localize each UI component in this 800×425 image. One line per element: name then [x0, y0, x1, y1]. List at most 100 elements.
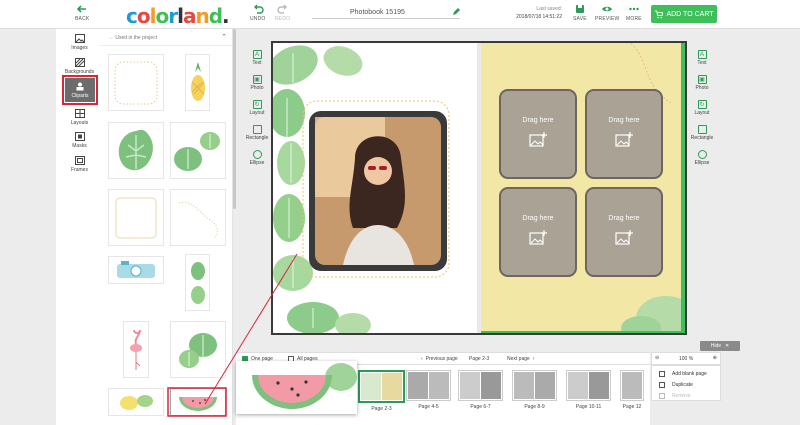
undo-button[interactable]: UNDO	[250, 3, 266, 22]
save-icon	[575, 5, 584, 13]
clipart-flamingo[interactable]	[123, 321, 149, 378]
add-photo-tool[interactable]: ▣ Photo	[690, 70, 714, 91]
page-thumbnail[interactable]: Page 4-5	[406, 370, 451, 410]
tool-layouts[interactable]: Layouts	[56, 109, 103, 126]
page-thumbnail[interactable]: Page 2-3	[358, 370, 405, 412]
chevron-up-icon[interactable]: ⌃	[221, 33, 227, 41]
duplicate-label: Duplicate	[672, 382, 693, 388]
photo-icon: ▣	[697, 75, 707, 84]
tool-label: Text	[252, 60, 262, 66]
page-thumbnail[interactable]: Page 6-7	[458, 370, 503, 410]
back-label: BACK	[75, 16, 90, 22]
add-rectangle-tool[interactable]: Rectangle	[245, 120, 269, 141]
clipart-camera[interactable]	[108, 256, 164, 284]
back-arrow-icon[interactable]: ←	[109, 35, 114, 41]
tool-label: Layout	[694, 110, 710, 116]
change-layout-tool[interactable]: ↻ Layout	[690, 95, 714, 116]
thumbnail-label: Page 10-11	[575, 404, 602, 410]
tool-label: Backgrounds	[64, 69, 95, 75]
save-label: SAVE	[573, 16, 587, 22]
tool-backgrounds[interactable]: Backgrounds	[56, 58, 103, 75]
photo-drop-zone[interactable]: Drag here	[499, 187, 577, 277]
thumbnail-label: Page 8-9	[524, 404, 545, 410]
add-text-tool[interactable]: A Text	[690, 45, 714, 66]
thumbnail-label: Page 6-7	[470, 404, 491, 410]
save-button[interactable]: SAVE	[573, 3, 587, 22]
clipart-monstera-pair[interactable]	[170, 122, 226, 179]
add-to-cart-button[interactable]: ADD TO CART	[651, 5, 717, 23]
remove-item[interactable]: Remove	[659, 393, 691, 399]
clipart-lemon-stripe[interactable]	[108, 388, 164, 416]
arrow-left-icon	[77, 5, 87, 13]
layout-icon	[74, 109, 85, 118]
tool-masks[interactable]: Masks	[56, 132, 103, 149]
add-image-icon	[615, 230, 633, 245]
duplicate-icon	[659, 382, 665, 388]
zoom-value[interactable]: 100 %	[679, 356, 693, 362]
tool-images[interactable]: Images	[56, 34, 103, 51]
undo-icon	[253, 4, 264, 14]
tool-label: Layouts	[70, 120, 89, 126]
photo-drop-zone[interactable]: Drag here	[499, 89, 577, 179]
hide-pages-button[interactable]: Hide ✕	[700, 341, 740, 351]
clipart-thin-frame[interactable]	[108, 189, 164, 246]
previous-page-button[interactable]: ‹ Previous page	[421, 356, 458, 362]
clipart-watermelon[interactable]	[170, 388, 226, 416]
zoom-in-icon[interactable]: ⊕	[713, 355, 717, 361]
next-page-label: Next page	[507, 356, 530, 362]
redo-label: REDO	[275, 16, 291, 22]
chevron-right-icon: ›	[532, 356, 535, 362]
clipart-dotted-swirl[interactable]	[170, 189, 226, 246]
tool-cliparts[interactable]: Cliparts	[62, 75, 98, 105]
add-image-icon	[529, 132, 547, 147]
last-saved-label: Last saved:	[536, 6, 562, 12]
last-saved-time: 2018/07/18 14:51:22	[516, 14, 562, 20]
clipart-dotted-frame[interactable]	[108, 54, 164, 111]
panel-scrollbar[interactable]	[233, 29, 236, 209]
right-page[interactable]: Drag here Drag here Drag here Drag here	[481, 43, 685, 333]
left-page[interactable]	[273, 43, 477, 333]
left-page-art	[273, 45, 450, 333]
add-blank-page-item[interactable]: Add blank page	[659, 371, 707, 377]
zoom-out-icon[interactable]: ⊖	[655, 355, 659, 361]
next-page-button[interactable]: Next page ›	[507, 356, 534, 362]
add-text-tool[interactable]: A Text	[245, 45, 269, 66]
add-photo-tool[interactable]: ▣ Photo	[245, 70, 269, 91]
tool-label: Photo	[250, 85, 264, 91]
tool-label: Cliparts	[71, 92, 89, 99]
clipart-pineapple[interactable]	[185, 54, 210, 111]
add-ellipse-tool[interactable]: Ellipse	[245, 145, 269, 166]
clipart-monstera-leaf[interactable]	[108, 122, 164, 179]
right-page-selection-edge	[681, 43, 685, 333]
back-button[interactable]: BACK	[75, 3, 89, 22]
duplicate-item[interactable]: Duplicate	[659, 382, 693, 388]
drop-label: Drag here	[522, 117, 554, 124]
preview-label: PREVIEW	[595, 16, 620, 22]
photo-drop-zone[interactable]: Drag here	[585, 89, 663, 179]
ellipse-icon	[697, 150, 707, 159]
add-ellipse-tool[interactable]: Ellipse	[690, 145, 714, 166]
pencil-icon[interactable]	[452, 8, 460, 16]
text-icon: A	[697, 50, 707, 59]
left-tool-column: Images Backgrounds Cliparts Layouts Mask…	[56, 29, 103, 425]
thumbnail-label: Page 12	[622, 404, 642, 410]
clipart-monstera-cluster[interactable]	[170, 321, 226, 378]
change-layout-tool[interactable]: ↻ Layout	[245, 95, 269, 116]
tool-frames[interactable]: Frames	[56, 156, 103, 173]
previous-page-label: Previous page	[425, 356, 458, 362]
page-thumbnail[interactable]: Page 10-11	[566, 370, 611, 410]
document-title[interactable]: Photobook 15195	[350, 9, 405, 16]
panel-header[interactable]: ← Used in the project ⌃	[99, 29, 232, 46]
more-button[interactable]: MORE	[626, 3, 642, 22]
redo-button[interactable]: REDO	[275, 3, 290, 22]
eye-icon	[602, 6, 613, 12]
add-blank-label: Add blank page	[672, 371, 707, 377]
undo-label: UNDO	[250, 16, 266, 22]
add-rectangle-tool[interactable]: Rectangle	[690, 120, 714, 141]
preview-button[interactable]: PREVIEW	[595, 3, 619, 22]
page-thumbnail[interactable]: Page 12	[620, 370, 644, 410]
add-image-icon	[615, 132, 633, 147]
clipart-leaf-strip[interactable]	[185, 254, 210, 311]
page-thumbnail[interactable]: Page 8-9	[512, 370, 557, 410]
photo-drop-zone[interactable]: Drag here	[585, 187, 663, 277]
